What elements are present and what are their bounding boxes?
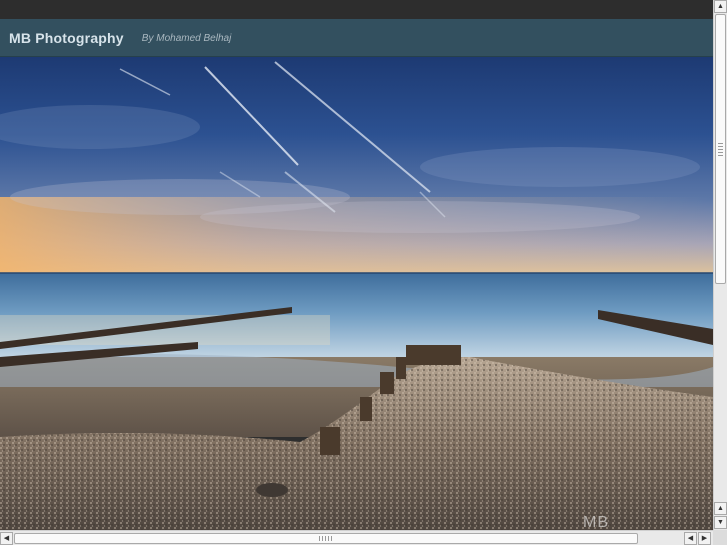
scroll-up-button-lower[interactable]: ▲ [714, 502, 727, 515]
site-title[interactable]: MB Photography [9, 30, 124, 46]
horizontal-scroll-thumb[interactable] [14, 533, 638, 544]
vertical-scrollbar[interactable]: ▲ ▲ ▼ [713, 0, 727, 530]
browser-top-strip [0, 0, 713, 19]
vertical-scroll-thumb[interactable] [715, 14, 726, 284]
beach-photo-image [0, 57, 713, 530]
grip-icon [319, 536, 333, 541]
grip-icon [718, 143, 723, 157]
hero-photo: MB [0, 57, 713, 530]
site-header: MB Photography By Mohamed Belhaj [0, 19, 713, 57]
scroll-left-button-right[interactable]: ◀ [684, 532, 697, 545]
horizontal-scrollbar[interactable]: ◀ ◀ ▶ [0, 530, 713, 545]
site-byline: By Mohamed Belhaj [141, 33, 232, 44]
scroll-right-button[interactable]: ▶ [698, 532, 711, 545]
photo-watermark: MB [583, 514, 609, 530]
scroll-left-button[interactable]: ◀ [0, 532, 13, 545]
scroll-down-button[interactable]: ▼ [714, 516, 727, 529]
scroll-up-button[interactable]: ▲ [714, 0, 727, 13]
scrollbar-corner [713, 530, 727, 545]
